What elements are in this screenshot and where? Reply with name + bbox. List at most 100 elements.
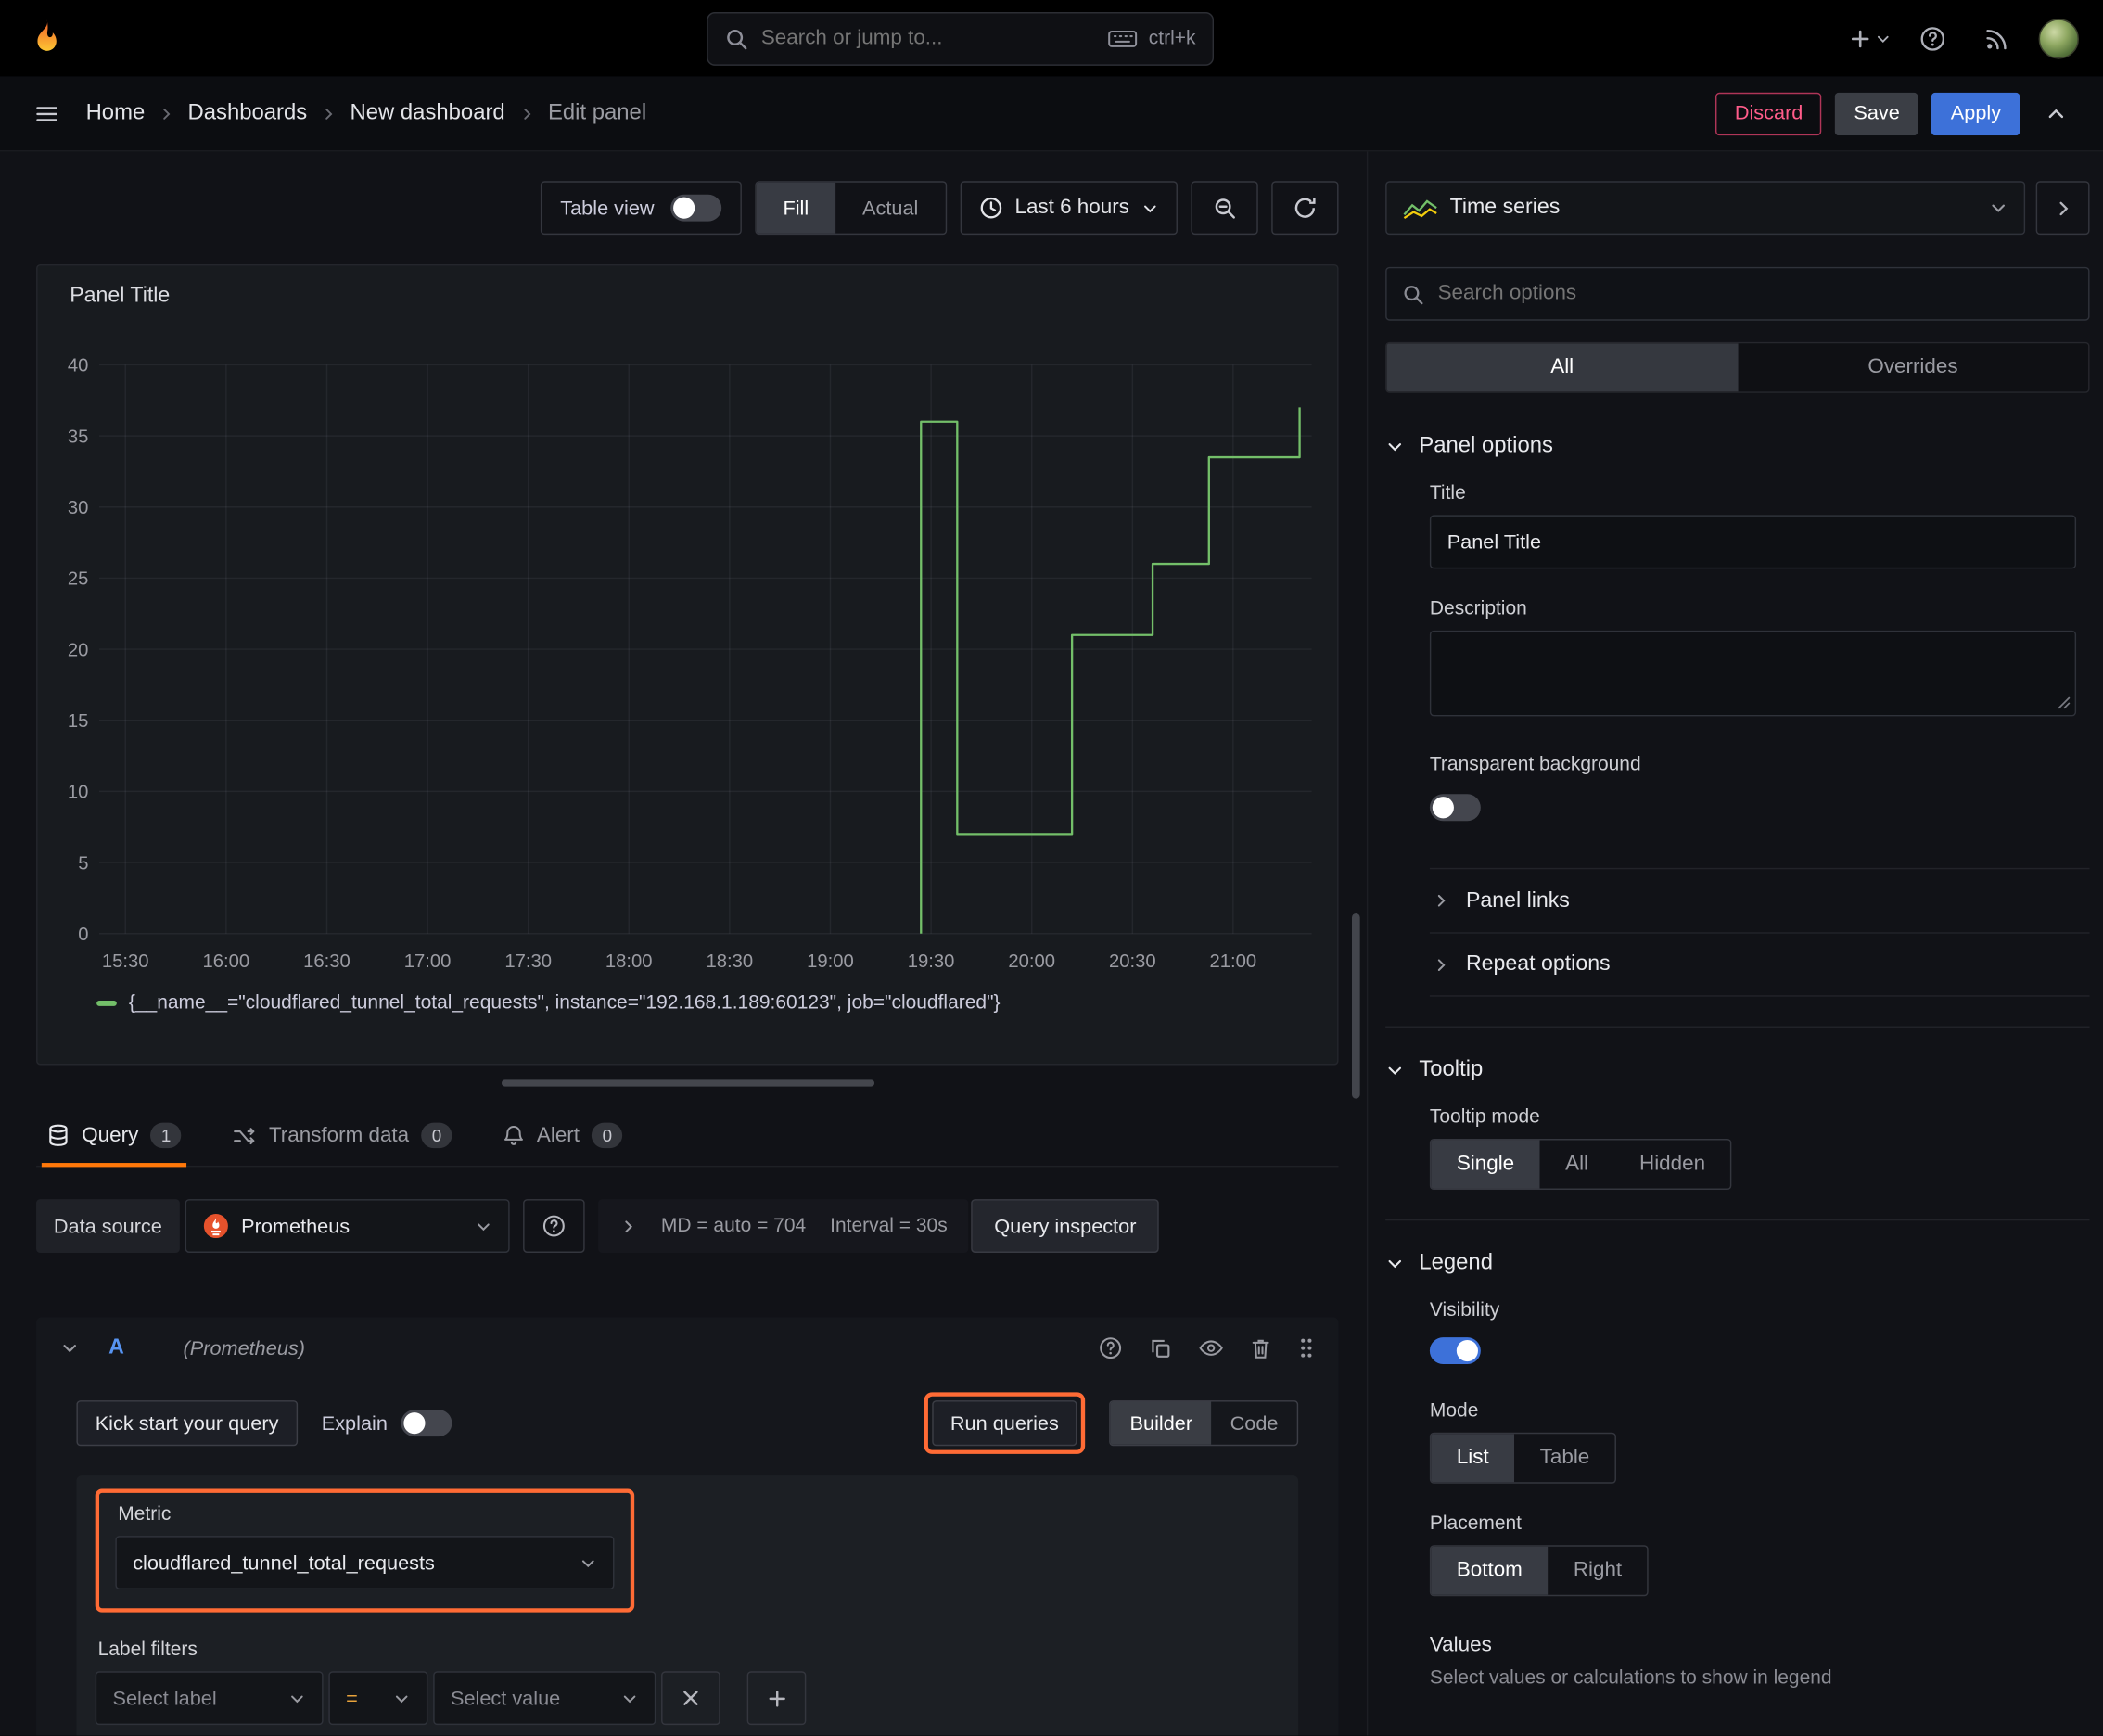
tooltip-mode-all[interactable]: All (1540, 1140, 1614, 1188)
tooltip-mode-single[interactable]: Single (1431, 1140, 1540, 1189)
tab-alert[interactable]: Alert 0 (498, 1105, 628, 1166)
svg-text:20:30: 20:30 (1109, 951, 1156, 972)
query-inspector-button[interactable]: Query inspector (971, 1199, 1160, 1253)
tab-transform[interactable]: Transform data 0 (227, 1105, 457, 1166)
breadcrumb-new-dashboard[interactable]: New dashboard (350, 100, 505, 125)
query-options-summary[interactable]: MD = auto = 704 Interval = 30s (597, 1199, 969, 1253)
toggle-viz-pane-button[interactable] (2035, 181, 2090, 236)
kick-start-button[interactable]: Kick start your query (76, 1400, 298, 1447)
panel-preview: Panel Title 0 5 10 15 20 25 30 35 40 15:30 16:00 16… (36, 263, 1339, 1066)
options-search-input[interactable] (1437, 281, 2074, 306)
legend-visibility-toggle[interactable] (1429, 1337, 1481, 1365)
zoom-out-button[interactable] (1191, 181, 1258, 236)
legend-swatch (96, 1001, 117, 1006)
breadcrumb-home[interactable]: Home (86, 100, 146, 125)
breadcrumb-dashboards[interactable]: Dashboards (188, 100, 308, 125)
datasource-select[interactable]: Prometheus (185, 1199, 510, 1253)
panel-links-row[interactable]: Panel links (1429, 867, 2090, 932)
chevron-down-icon[interactable] (60, 1339, 79, 1358)
eye-icon[interactable] (1199, 1339, 1223, 1358)
breadcrumb: Home Dashboards New dashboard Edit panel (86, 100, 647, 125)
panel-edit-left-pane: Table view Fill Actual Last 6 hours Pane… (0, 151, 1367, 1736)
visualization-select[interactable]: Time series (1385, 181, 2026, 236)
collapsed-subsections: Panel links Repeat options (1429, 867, 2090, 997)
max-data-points: MD = auto = 704 (660, 1215, 807, 1237)
query-ref-id: A (108, 1335, 124, 1359)
actual-option[interactable]: Actual (835, 183, 945, 234)
shortcut-label: ctrl+k (1148, 27, 1196, 49)
apply-button[interactable]: Apply (1931, 92, 2020, 135)
legend-mode-label: Mode (1429, 1400, 1479, 1423)
tooltip-header[interactable]: Tooltip (1385, 1057, 2089, 1082)
refresh-button[interactable] (1271, 181, 1339, 236)
trash-icon[interactable] (1250, 1336, 1271, 1359)
chevron-down-icon (621, 1690, 639, 1707)
builder-option[interactable]: Builder (1111, 1401, 1212, 1445)
pane-resize-handle[interactable] (501, 1079, 874, 1087)
search-icon (723, 26, 747, 50)
help-button[interactable] (1910, 16, 1956, 61)
table-view-toggle[interactable] (669, 194, 721, 222)
datasource-help-button[interactable] (522, 1199, 585, 1253)
timeseries-chart[interactable]: 0 5 10 15 20 25 30 35 40 15:30 16:00 16:30 17:00 17:3… (57, 319, 1319, 989)
drag-handle-icon[interactable] (1298, 1336, 1314, 1360)
panel-options-header[interactable]: Panel options (1385, 433, 2089, 458)
visualization-picker-row: Time series (1385, 181, 2090, 236)
search-input[interactable] (760, 26, 1095, 51)
legend-header[interactable]: Legend (1385, 1250, 2089, 1275)
help-icon[interactable] (1099, 1336, 1123, 1360)
left-pane-scrollbar[interactable] (1352, 913, 1360, 1099)
operator-dropdown[interactable]: = (328, 1671, 428, 1726)
placement-bottom[interactable]: Bottom (1431, 1546, 1549, 1595)
search-shortcut: ctrl+k (1108, 28, 1195, 49)
fill-option[interactable]: Fill (756, 182, 836, 234)
repeat-options-row[interactable]: Repeat options (1429, 932, 2090, 997)
section-tooltip: Tooltip Tooltip mode Single All Hidden (1385, 1026, 2090, 1195)
run-queries-button[interactable]: Run queries (931, 1400, 1078, 1447)
prometheus-icon (202, 1213, 229, 1240)
grafana-logo-icon (27, 17, 67, 59)
legend-mode-list[interactable]: List (1431, 1434, 1515, 1483)
select-value-dropdown[interactable]: Select value (433, 1671, 656, 1726)
grafana-logo-button[interactable] (24, 16, 70, 61)
select-label-dropdown[interactable]: Select label (95, 1671, 324, 1726)
tab-overrides[interactable]: Overrides (1738, 343, 2088, 391)
description-textarea[interactable] (1429, 630, 2077, 717)
save-button[interactable]: Save (1835, 92, 1919, 135)
svg-text:20: 20 (68, 640, 89, 660)
panel-title-input[interactable] (1429, 515, 2077, 569)
news-button[interactable] (1974, 16, 2020, 61)
transparent-bg-toggle[interactable] (1429, 794, 1481, 822)
explain-toggle[interactable] (401, 1410, 452, 1437)
placement-right[interactable]: Right (1548, 1547, 1647, 1595)
tab-query[interactable]: Query 1 (41, 1105, 188, 1168)
panel-options-title: Panel options (1419, 433, 1553, 458)
metric-select[interactable]: cloudflared_tunnel_total_requests (115, 1536, 615, 1590)
collapse-header-button[interactable] (2033, 91, 2079, 136)
discard-button[interactable]: Discard (1715, 92, 1822, 135)
help-icon (542, 1214, 566, 1238)
chevron-down-icon (1385, 437, 1404, 455)
remove-filter-button[interactable] (661, 1671, 720, 1726)
legend-mode-table[interactable]: Table (1514, 1434, 1615, 1482)
duplicate-icon[interactable] (1150, 1336, 1173, 1359)
metric-label: Metric (118, 1503, 172, 1525)
avatar[interactable] (2038, 18, 2079, 58)
add-filter-button[interactable] (746, 1671, 807, 1726)
plus-icon (1850, 28, 1871, 49)
tooltip-mode-hidden[interactable]: Hidden (1614, 1140, 1731, 1188)
fill-actual-switch: Fill Actual (755, 181, 947, 236)
time-range-picker[interactable]: Last 6 hours (960, 181, 1178, 236)
svg-text:19:30: 19:30 (908, 951, 955, 972)
tab-all[interactable]: All (1386, 343, 1738, 392)
add-button[interactable] (1850, 28, 1892, 49)
code-option[interactable]: Code (1211, 1402, 1296, 1445)
legend-series-label[interactable]: {__name__="cloudflared_tunnel_total_requ… (129, 992, 1001, 1014)
transform-icon (233, 1125, 257, 1146)
query-builder-body: Metric cloudflared_tunnel_total_requests… (76, 1475, 1299, 1736)
clock-icon (978, 196, 1002, 220)
global-search[interactable]: ctrl+k (706, 11, 1214, 66)
menu-button[interactable] (24, 91, 70, 136)
rss-icon (1983, 25, 2010, 52)
options-search[interactable] (1385, 266, 2090, 321)
